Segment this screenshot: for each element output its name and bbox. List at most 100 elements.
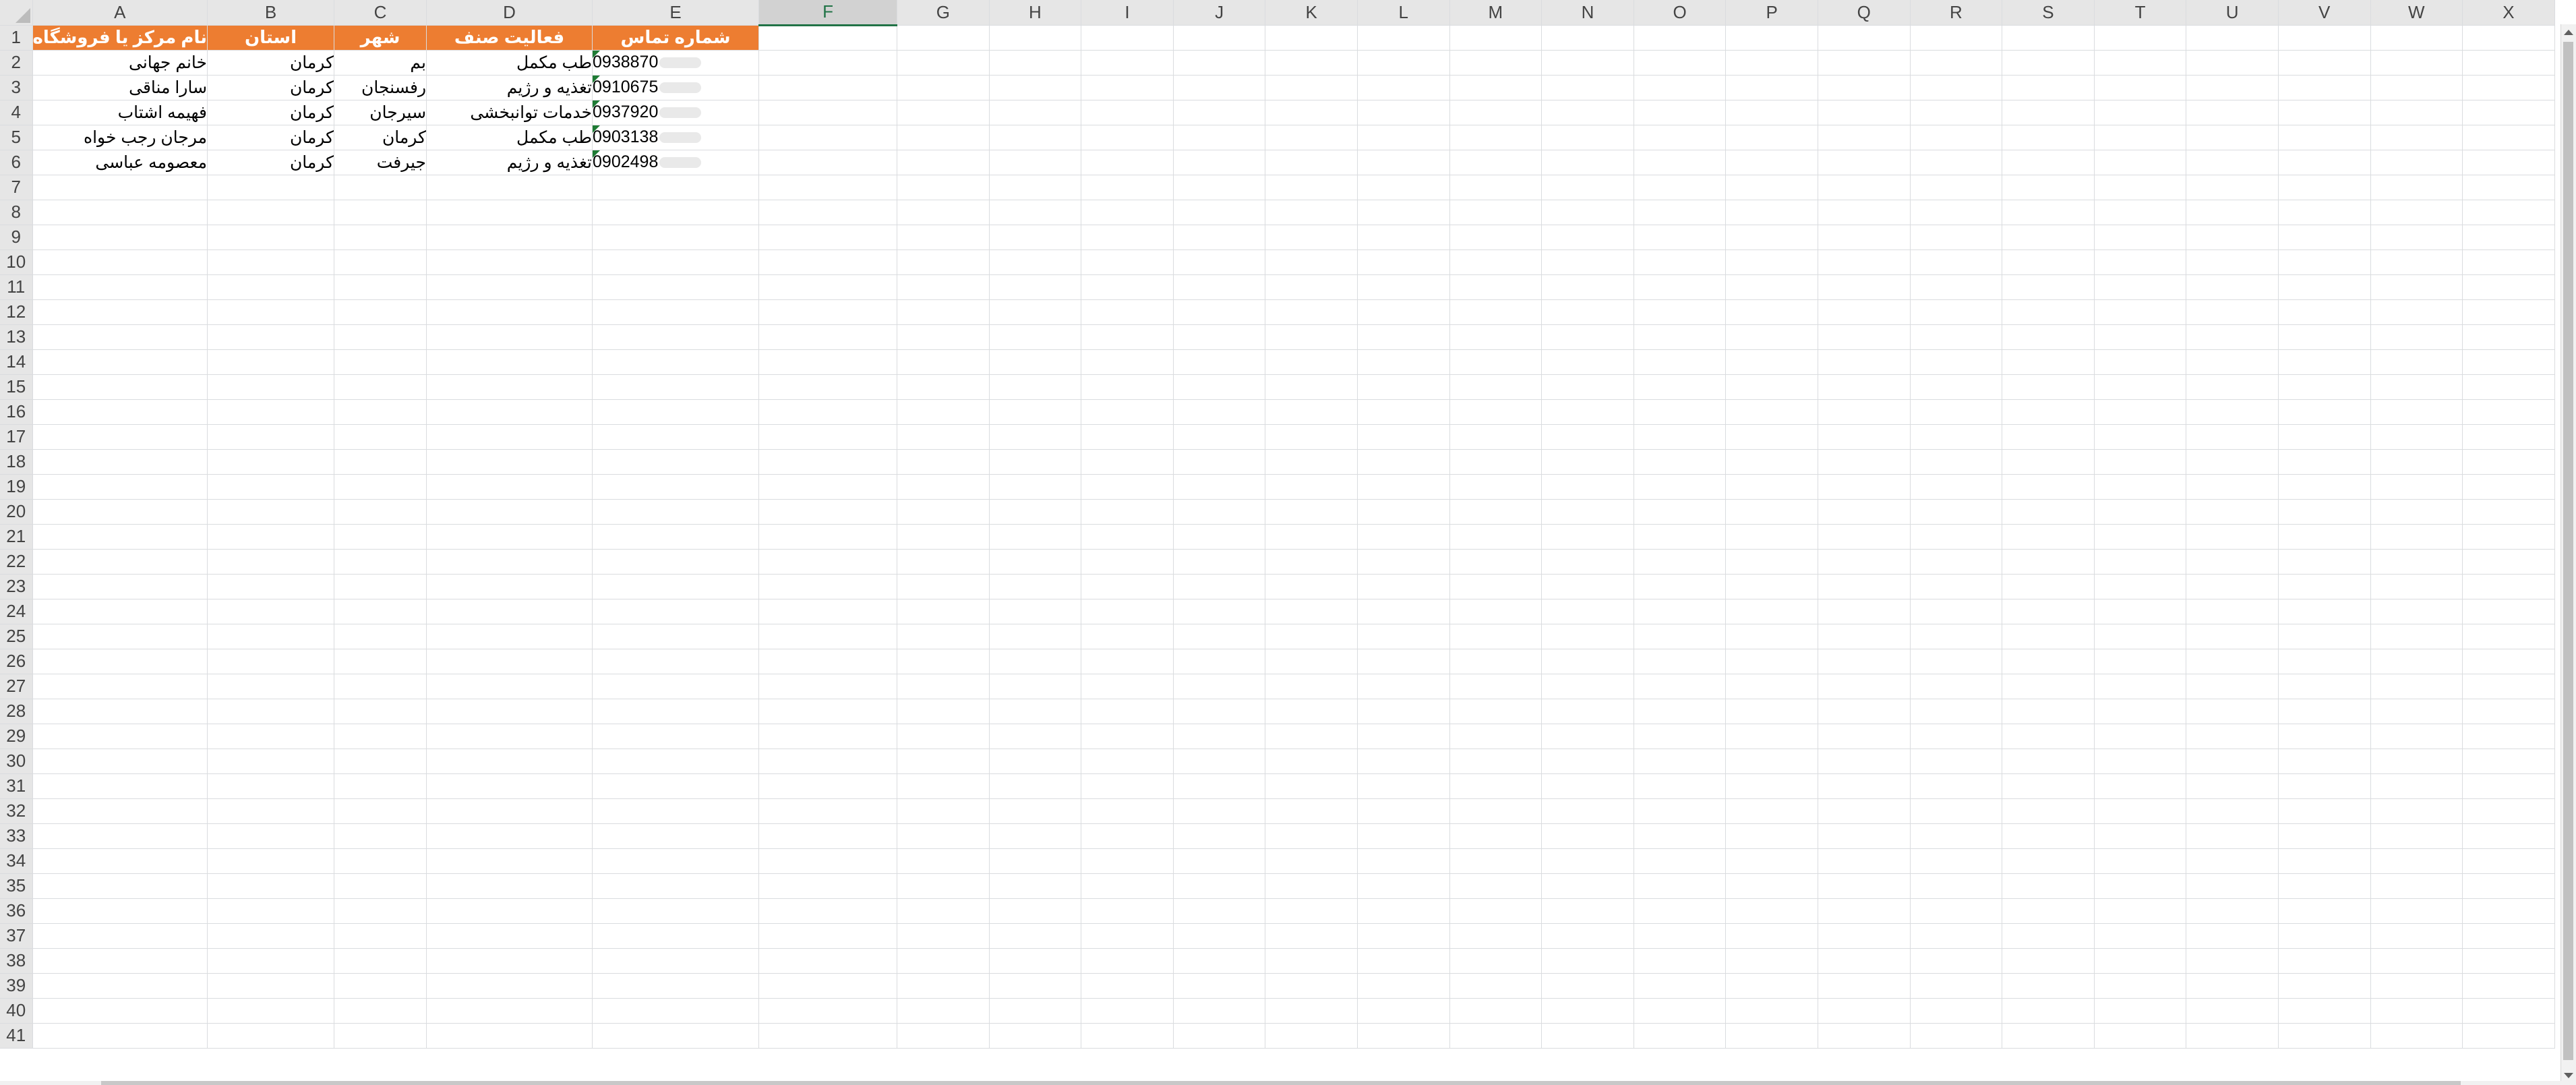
- cell-g2[interactable]: [897, 50, 990, 76]
- cell-k17[interactable]: [1265, 424, 1358, 450]
- cell-h9[interactable]: [989, 225, 1082, 250]
- cell-j11[interactable]: [1173, 274, 1266, 300]
- cell-g16[interactable]: [897, 399, 990, 425]
- cell-d3[interactable]: تغذیه و رژیم: [426, 75, 593, 100]
- cell-b15[interactable]: [207, 374, 335, 400]
- cell-m5[interactable]: [1449, 125, 1542, 150]
- cell-l23[interactable]: [1357, 574, 1450, 599]
- cell-j18[interactable]: [1173, 449, 1266, 475]
- cell-d40[interactable]: [426, 998, 593, 1024]
- cell-r25[interactable]: [1910, 624, 2003, 649]
- cell-a3[interactable]: سارا مناقی: [32, 75, 208, 100]
- cell-t26[interactable]: [2094, 649, 2187, 674]
- cell-f4[interactable]: [758, 100, 898, 125]
- cell-x4[interactable]: [2462, 100, 2555, 125]
- cell-u6[interactable]: [2186, 150, 2279, 175]
- cell-k38[interactable]: [1265, 948, 1358, 974]
- cell-c27[interactable]: [334, 674, 427, 699]
- cell-d16[interactable]: [426, 399, 593, 425]
- cell-d15[interactable]: [426, 374, 593, 400]
- cell-b35[interactable]: [207, 873, 335, 899]
- cell-b27[interactable]: [207, 674, 335, 699]
- cell-r34[interactable]: [1910, 848, 2003, 874]
- cell-w4[interactable]: [2370, 100, 2463, 125]
- cell-o20[interactable]: [1634, 499, 1727, 525]
- cell-k40[interactable]: [1265, 998, 1358, 1024]
- cell-l18[interactable]: [1357, 449, 1450, 475]
- cell-h15[interactable]: [989, 374, 1082, 400]
- cell-a8[interactable]: [32, 200, 208, 225]
- cell-e18[interactable]: [592, 449, 760, 475]
- column-header-p[interactable]: P: [1725, 0, 1818, 26]
- cell-b25[interactable]: [207, 624, 335, 649]
- cell-d7[interactable]: [426, 175, 593, 200]
- cell-c21[interactable]: [334, 524, 427, 550]
- cell-k24[interactable]: [1265, 599, 1358, 624]
- cell-j32[interactable]: [1173, 798, 1266, 824]
- cell-s31[interactable]: [2002, 773, 2095, 799]
- cell-w24[interactable]: [2370, 599, 2463, 624]
- cell-w34[interactable]: [2370, 848, 2463, 874]
- cell-t23[interactable]: [2094, 574, 2187, 599]
- cell-o1[interactable]: [1634, 25, 1727, 51]
- cell-b12[interactable]: [207, 299, 335, 325]
- cell-k21[interactable]: [1265, 524, 1358, 550]
- cell-p10[interactable]: [1725, 250, 1818, 275]
- cell-a19[interactable]: [32, 474, 208, 500]
- row-header[interactable]: 32: [0, 798, 33, 824]
- cell-i39[interactable]: [1081, 973, 1174, 999]
- cell-v13[interactable]: [2278, 324, 2371, 350]
- row-header[interactable]: 35: [0, 873, 33, 899]
- cell-t39[interactable]: [2094, 973, 2187, 999]
- cell-d33[interactable]: [426, 823, 593, 849]
- cell-n30[interactable]: [1541, 749, 1634, 774]
- cell-n13[interactable]: [1541, 324, 1634, 350]
- cell-t2[interactable]: [2094, 50, 2187, 76]
- column-header-f[interactable]: F: [758, 0, 898, 26]
- cell-v8[interactable]: [2278, 200, 2371, 225]
- cell-k23[interactable]: [1265, 574, 1358, 599]
- cell-a13[interactable]: [32, 324, 208, 350]
- cell-o37[interactable]: [1634, 923, 1727, 949]
- cell-p5[interactable]: [1725, 125, 1818, 150]
- column-header-e[interactable]: E: [592, 0, 760, 26]
- cell-k34[interactable]: [1265, 848, 1358, 874]
- cell-f28[interactable]: [758, 699, 898, 724]
- cell-a25[interactable]: [32, 624, 208, 649]
- cell-m1[interactable]: [1449, 25, 1542, 51]
- cell-k3[interactable]: [1265, 75, 1358, 100]
- cell-m16[interactable]: [1449, 399, 1542, 425]
- cell-p18[interactable]: [1725, 449, 1818, 475]
- cell-l26[interactable]: [1357, 649, 1450, 674]
- cell-u29[interactable]: [2186, 724, 2279, 749]
- cell-x8[interactable]: [2462, 200, 2555, 225]
- cell-u19[interactable]: [2186, 474, 2279, 500]
- cell-f20[interactable]: [758, 499, 898, 525]
- cell-t7[interactable]: [2094, 175, 2187, 200]
- cell-p11[interactable]: [1725, 274, 1818, 300]
- cell-s22[interactable]: [2002, 549, 2095, 575]
- row-header[interactable]: 15: [0, 374, 33, 400]
- cell-c5[interactable]: کرمان: [334, 125, 427, 150]
- cell-n41[interactable]: [1541, 1023, 1634, 1049]
- cell-h32[interactable]: [989, 798, 1082, 824]
- cell-o7[interactable]: [1634, 175, 1727, 200]
- cell-x25[interactable]: [2462, 624, 2555, 649]
- cell-b3[interactable]: کرمان: [207, 75, 335, 100]
- cell-o19[interactable]: [1634, 474, 1727, 500]
- cell-x24[interactable]: [2462, 599, 2555, 624]
- cell-g20[interactable]: [897, 499, 990, 525]
- cell-a41[interactable]: [32, 1023, 208, 1049]
- cell-q37[interactable]: [1818, 923, 1911, 949]
- cell-r8[interactable]: [1910, 200, 2003, 225]
- cell-b36[interactable]: [207, 898, 335, 924]
- cell-n18[interactable]: [1541, 449, 1634, 475]
- cell-i21[interactable]: [1081, 524, 1174, 550]
- cell-q16[interactable]: [1818, 399, 1911, 425]
- cell-u9[interactable]: [2186, 225, 2279, 250]
- cell-g29[interactable]: [897, 724, 990, 749]
- cell-b41[interactable]: [207, 1023, 335, 1049]
- cell-j6[interactable]: [1173, 150, 1266, 175]
- cell-f34[interactable]: [758, 848, 898, 874]
- cell-a32[interactable]: [32, 798, 208, 824]
